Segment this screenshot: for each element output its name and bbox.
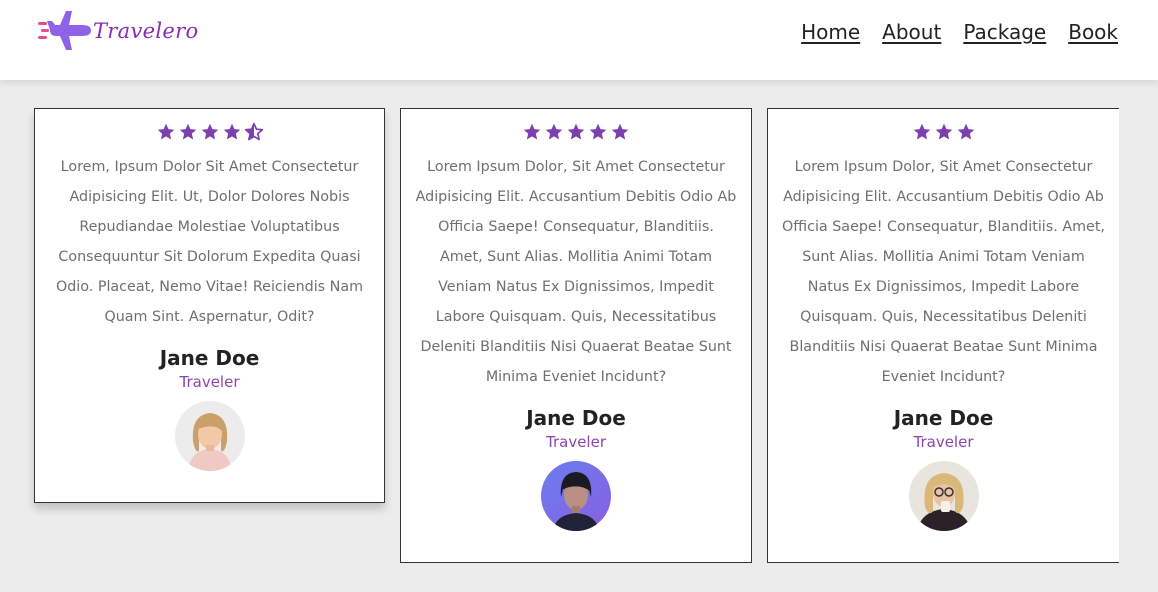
- star-icon: [545, 123, 563, 140]
- testimonial-card: Lorem, Ipsum Dolor Sit Amet Consectetur …: [34, 108, 385, 503]
- nav-link-package[interactable]: Package: [963, 20, 1046, 44]
- nav-link-about[interactable]: About: [882, 20, 941, 44]
- avatar: [174, 401, 245, 471]
- brand-name: Travelero: [93, 19, 199, 43]
- reviewer-name: Jane Doe: [893, 406, 994, 430]
- navbar: Travelero Home About Package Book: [0, 0, 1158, 80]
- star-rating: [768, 122, 1119, 144]
- star-icon: [589, 123, 607, 140]
- brand-logo[interactable]: Travelero: [38, 9, 198, 53]
- testimonial-card: Lorem Ipsum Dolor, Sit Amet Consectetur …: [400, 108, 752, 563]
- airplane-icon: [38, 9, 92, 53]
- testimonial-card: Lorem Ipsum Dolor, Sit Amet Consectetur …: [767, 108, 1119, 563]
- reviewer-role: Traveler: [913, 433, 974, 451]
- star-icon: [201, 123, 218, 140]
- star-half-icon: [244, 122, 263, 141]
- nav-link-book[interactable]: Book: [1068, 20, 1118, 44]
- star-rating: [401, 122, 751, 144]
- star-icon: [223, 123, 240, 140]
- star-icon: [957, 123, 974, 140]
- star-icon: [567, 123, 585, 140]
- star-icon: [179, 123, 196, 140]
- testimonial-quote: Lorem Ipsum Dolor, Sit Amet Consectetur …: [415, 159, 737, 385]
- reviewer-name: Jane Doe: [526, 406, 626, 430]
- avatar: [541, 461, 611, 531]
- testimonial-quote: Lorem Ipsum Dolor, Sit Amet Consectetur …: [782, 159, 1105, 385]
- testimonial-quote: Lorem, Ipsum Dolor Sit Amet Consectetur …: [55, 159, 364, 325]
- reviewer-role: Traveler: [546, 433, 606, 451]
- avatar: [908, 461, 979, 531]
- star-icon: [157, 123, 174, 140]
- star-icon: [913, 123, 930, 140]
- star-rating: [35, 122, 384, 144]
- star-icon: [523, 123, 541, 140]
- main-nav: Home About Package Book: [801, 20, 1118, 44]
- star-icon: [611, 123, 629, 140]
- star-icon: [935, 123, 952, 140]
- reviewer-name: Jane Doe: [159, 346, 260, 370]
- nav-link-home[interactable]: Home: [801, 20, 860, 44]
- reviewer-role: Traveler: [179, 373, 240, 391]
